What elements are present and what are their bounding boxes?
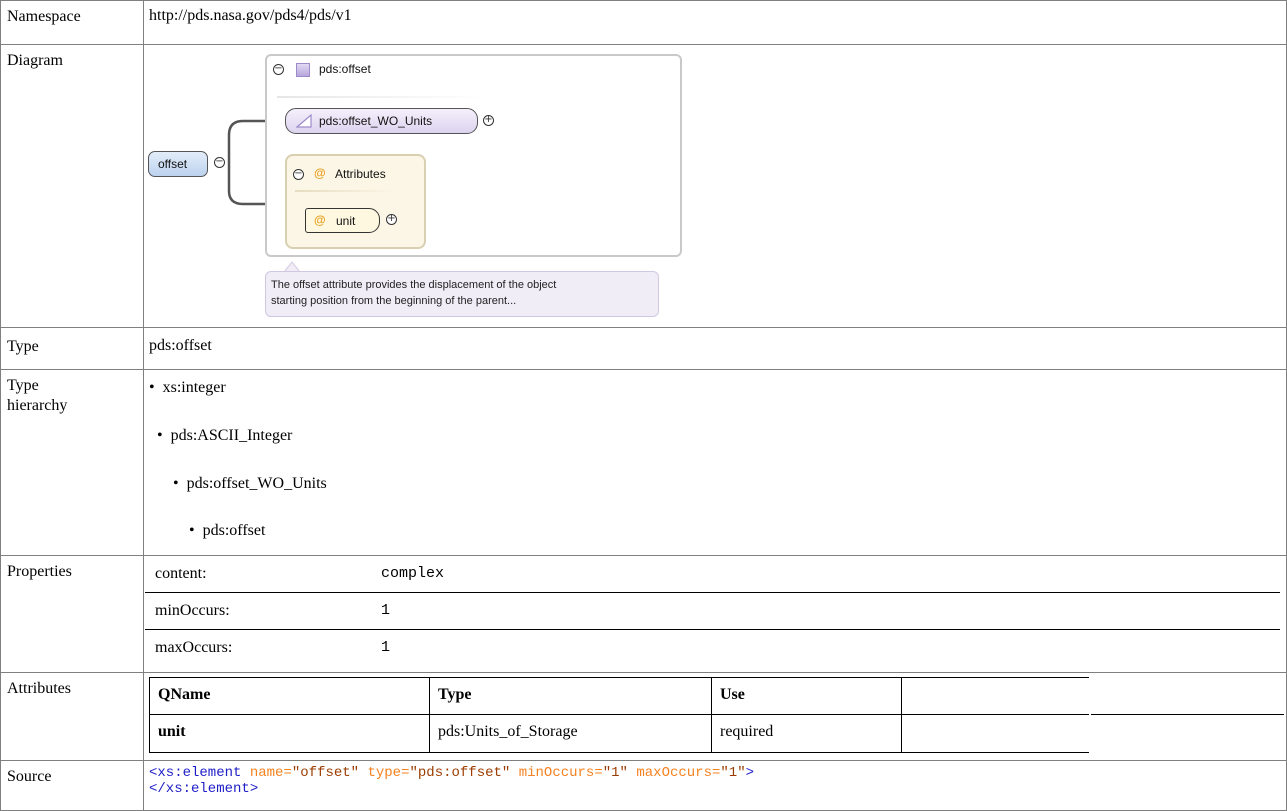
hierarchy-item: • xs:integer	[149, 379, 226, 396]
source-attr-name: maxOccurs	[636, 765, 712, 781]
hierarchy-item-label: pds:offset	[202, 522, 266, 539]
source-attr-name: type	[367, 765, 402, 781]
source-open-tag: <xs:element	[149, 765, 242, 781]
attributes-box: − @ Attributes	[285, 154, 426, 249]
complex-type-icon	[296, 63, 310, 77]
diagram-area: − pds:offset pds:offset_WO_Units + − @ A…	[145, 45, 1286, 327]
attributes-table-rule	[1091, 714, 1284, 715]
collapse-attributes-icon[interactable]: −	[293, 169, 304, 180]
namespace-label: Namespace	[1, 1, 144, 44]
attributes-grid: QName Type Use unit pds:Units_of_Storage…	[149, 677, 1284, 755]
property-key: minOccurs:	[155, 602, 230, 619]
type-hierarchy-label: Type hierarchy	[1, 370, 144, 555]
schema-diagram: − pds:offset pds:offset_WO_Units + − @ A…	[145, 45, 705, 345]
properties-label: Properties	[1, 556, 144, 672]
source-open-tag-end: >	[745, 765, 755, 781]
hierarchy-item: • pds:ASCII_Integer	[157, 427, 293, 444]
type-hierarchy-list: • xs:integer • pds:ASCII_Integer • pds:o…	[145, 370, 1286, 555]
attributes-header-empty	[901, 677, 1089, 714]
annotation-line-1: The offset attribute provides the displa…	[271, 279, 557, 291]
attributes-group-label: Attributes	[335, 167, 386, 181]
type-row: Type pds:offset	[0, 327, 1287, 369]
attributes-separator	[295, 190, 395, 192]
attributes-header-type: Type	[429, 677, 711, 714]
source-attr-name: minOccurs	[518, 765, 595, 781]
property-key: maxOccurs:	[155, 639, 233, 656]
property-value: complex	[381, 565, 445, 582]
hierarchy-item-label: pds:offset_WO_Units	[186, 475, 327, 492]
attributes-label: Attributes	[1, 673, 144, 760]
hierarchy-item-label: xs:integer	[162, 379, 226, 396]
unit-attribute-node[interactable]: @ unit	[305, 208, 380, 233]
type-value: pds:offset	[149, 337, 212, 354]
property-row: minOccurs: 1	[145, 593, 1280, 630]
source-line-1: <xs:element name="offset" type="pds:offs…	[149, 765, 755, 781]
property-key: content:	[155, 565, 207, 582]
attributes-header-use: Use	[711, 677, 901, 714]
hierarchy-item-label: pds:ASCII_Integer	[170, 427, 293, 444]
collapse-element-icon[interactable]: −	[214, 157, 225, 168]
source-close-tag: </xs:element>	[149, 781, 259, 797]
element-name-label: offset	[158, 157, 188, 171]
type-hierarchy-row: Type hierarchy • xs:integer • pds:ASCII_…	[0, 369, 1287, 555]
simple-type-icon	[296, 114, 312, 128]
unit-attribute-label: unit	[336, 214, 356, 228]
source-label: Source	[1, 761, 144, 810]
hierarchy-item: • pds:offset_WO_Units	[173, 475, 327, 492]
attribute-type-cell[interactable]: pds:Units_of_Storage	[429, 714, 711, 753]
property-row: maxOccurs: 1	[145, 630, 1280, 666]
property-row: content: complex	[145, 556, 1280, 593]
source-line-2: </xs:element>	[149, 781, 1286, 797]
diagram-row: Diagram − pds:offset pds:offset_WO_Units…	[0, 44, 1287, 327]
property-value: 1	[381, 602, 391, 619]
collapse-type-icon[interactable]: −	[273, 64, 284, 75]
source-attr-value: "pds:offset"	[409, 765, 511, 781]
annotation-line-2: starting position from the beginning of …	[271, 295, 517, 307]
attributes-table: QName Type Use unit pds:Units_of_Storage…	[145, 673, 1286, 760]
source-row: Source <xs:element name="offset" type="p…	[0, 760, 1287, 811]
unit-at-icon: @	[314, 213, 326, 227]
source-attr-value: "offset"	[291, 765, 360, 781]
element-node[interactable]: offset	[148, 151, 208, 177]
annotation-tooltip: The offset attribute provides the displa…	[265, 271, 659, 317]
base-type-node[interactable]: pds:offset_WO_Units	[285, 108, 478, 134]
expand-base-icon[interactable]: +	[483, 115, 494, 126]
properties-table: content: complex minOccurs: 1 maxOccurs:…	[145, 556, 1286, 672]
expand-unit-icon[interactable]: +	[386, 214, 397, 225]
type-separator	[277, 96, 487, 98]
source-code: <xs:element name="offset" type="pds:offs…	[145, 761, 1286, 810]
base-type-label: pds:offset_WO_Units	[319, 114, 433, 128]
source-attr-value: "1"	[720, 765, 746, 781]
attributes-row: Attributes QName Type Use unit pds:Units…	[0, 672, 1287, 760]
namespace-value: http://pds.nasa.gov/pds4/pds/v1	[149, 7, 352, 24]
type-name-label: pds:offset	[319, 62, 371, 76]
properties-row: Properties content: complex minOccurs: 1…	[0, 555, 1287, 672]
source-attr-value: "1"	[602, 765, 628, 781]
property-value: 1	[381, 639, 391, 656]
diagram-label: Diagram	[1, 45, 144, 327]
attribute-empty-cell	[901, 714, 1089, 753]
attributes-header-qname: QName	[149, 677, 429, 714]
attribute-qname-cell[interactable]: unit	[149, 714, 429, 753]
namespace-row: Namespace http://pds.nasa.gov/pds4/pds/v…	[0, 0, 1287, 44]
attribute-use-cell: required	[711, 714, 901, 753]
source-attr-name: name	[249, 765, 284, 781]
hierarchy-item: • pds:offset	[189, 522, 266, 539]
attribute-at-icon: @	[314, 166, 326, 180]
type-label: Type	[1, 328, 144, 369]
